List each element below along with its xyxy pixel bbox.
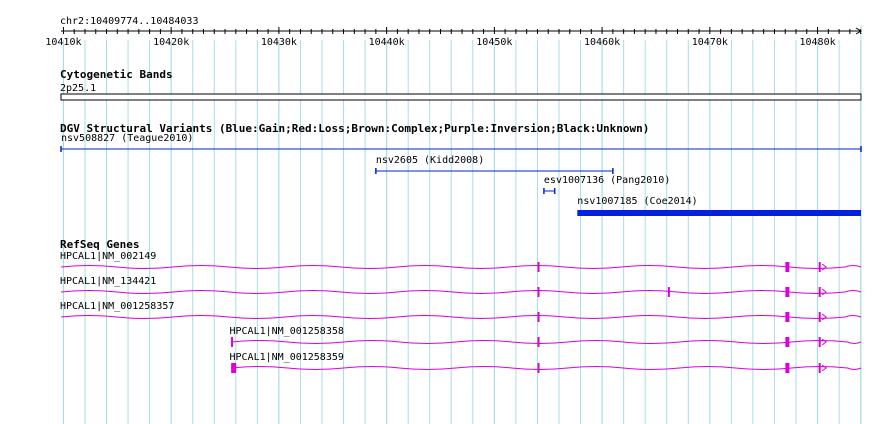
transcript-label: HPCAL1|NM_001258359 [229,352,343,363]
transcript-exon[interactable] [785,262,790,272]
transcript-exon[interactable] [537,262,540,272]
transcript-exon[interactable] [537,312,540,322]
dgv-feature[interactable] [577,210,861,216]
track-canvas[interactable]: chr2:10409774..10484033 10410k 10420k 1043… [0,0,890,424]
dgv-feature-label: nsv1007185 (Coe2014) [577,196,697,207]
ruler-label: 10440k [369,37,405,48]
transcript-exon[interactable] [537,287,540,297]
transcript-exon[interactable] [231,337,234,347]
ruler-label: 10420k [153,37,189,48]
dgv-feature-label: nsv2605 (Kidd2008) [376,155,484,166]
transcript-label: HPCAL1|NM_134421 [60,276,156,287]
transcript-intron[interactable] [231,366,862,370]
ruler-label: 10480k [799,37,835,48]
transcript-intron[interactable] [60,265,862,269]
transcript-exon[interactable] [231,363,237,373]
region-label: chr2:10409774..10484033 [60,16,198,27]
strand-arrow [821,338,827,346]
transcript-intron[interactable] [231,340,862,344]
transcript-exon[interactable] [818,337,821,347]
dgv-track[interactable]: nsv508827 (Teague2010) nsv2605 (Kidd2008)… [60,133,862,216]
transcript-label: HPCAL1|NM_001258357 [60,301,174,312]
refseq-track[interactable]: HPCAL1|NM_002149 HPCAL1|NM_134421 HPCAL1|N… [60,251,862,373]
ruler[interactable]: 10410k 10420k 10430k 10440k 10450k 10460k 1047… [45,27,862,48]
strand-arrow [821,263,827,271]
ruler-label: 10460k [584,37,620,48]
ruler-label: 10410k [45,37,81,48]
transcript-intron[interactable] [60,290,862,294]
ruler-label: 10430k [261,37,297,48]
dgv-feature-label: nsv508827 (Teague2010) [61,133,193,144]
transcript-exon[interactable] [537,337,540,347]
grid-lines [62,25,862,424]
transcript-exon[interactable] [818,287,821,297]
track-title-refseq: RefSeq Genes [60,238,139,251]
transcript-intron[interactable] [60,315,862,319]
dgv-feature-label: esv1007136 (Pang2010) [544,175,670,186]
ruler-label: 10450k [476,37,512,48]
strand-arrow [821,288,827,296]
transcript-exon[interactable] [785,312,790,322]
transcript-exon[interactable] [785,287,790,297]
cytoband-label: 2p25.1 [60,83,96,94]
ruler-label: 10470k [692,37,728,48]
transcript-exon[interactable] [818,312,821,322]
cytoband-bar[interactable] [60,93,862,101]
transcript-exon[interactable] [785,363,790,373]
transcript-exon[interactable] [667,287,670,297]
cytoband-ideogram[interactable] [60,93,862,101]
transcript-label: HPCAL1|NM_001258358 [229,326,343,337]
strand-arrow [821,313,827,321]
transcript-exon[interactable] [537,363,540,373]
strand-arrow [821,364,827,372]
transcript-exon[interactable] [818,363,821,373]
track-title-cytoband: Cytogenetic Bands [60,68,173,81]
transcript-exon[interactable] [818,262,821,272]
transcript-label: HPCAL1|NM_002149 [60,251,156,262]
transcript-exon[interactable] [785,337,790,347]
genome-browser-view: chr2:10409774..10484033 10410k 10420k 1043… [0,0,890,424]
